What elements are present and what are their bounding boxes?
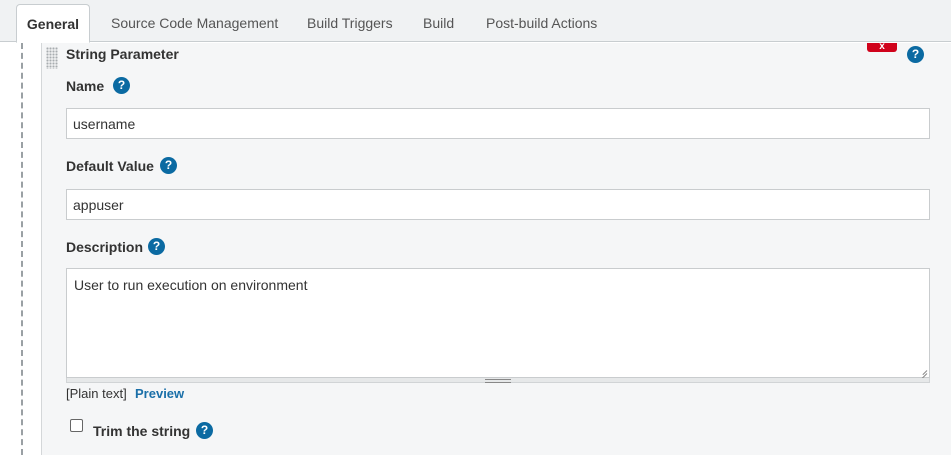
name-label: Name xyxy=(66,78,105,94)
description-help-icon[interactable]: ? xyxy=(148,238,165,255)
description-label: Description xyxy=(66,239,144,255)
section-gutter xyxy=(0,43,40,455)
trim-string-help-icon[interactable]: ? xyxy=(196,422,213,439)
textarea-resize-icon[interactable] xyxy=(918,366,928,376)
trim-string-checkbox[interactable] xyxy=(70,419,83,432)
default-value-help-icon[interactable]: ? xyxy=(160,157,177,174)
preview-link[interactable]: Preview xyxy=(135,386,184,401)
default-value-label: Default Value xyxy=(66,158,154,174)
tab-post-build-actions[interactable]: Post-build Actions xyxy=(486,4,597,42)
parameter-title: String Parameter xyxy=(66,46,179,62)
trim-string-label[interactable]: Trim the string xyxy=(93,423,190,439)
name-help-icon[interactable]: ? xyxy=(113,77,130,94)
tab-build[interactable]: Build xyxy=(423,4,454,42)
parameter-help-icon[interactable]: ? xyxy=(907,46,924,63)
splitter-grip-icon[interactable] xyxy=(485,379,511,383)
tab-general[interactable]: General xyxy=(16,4,90,43)
format-indicator: [Plain text] xyxy=(66,386,127,401)
tab-source-code-management[interactable]: Source Code Management xyxy=(111,4,278,42)
delete-parameter-button[interactable]: x xyxy=(867,42,897,52)
name-input[interactable] xyxy=(66,108,930,139)
description-textarea[interactable]: User to run execution on environment xyxy=(66,268,930,378)
tab-build-triggers[interactable]: Build Triggers xyxy=(307,4,393,42)
default-value-input[interactable] xyxy=(66,189,930,220)
section-dashed-divider xyxy=(21,43,23,455)
drag-handle-icon[interactable] xyxy=(46,47,58,69)
